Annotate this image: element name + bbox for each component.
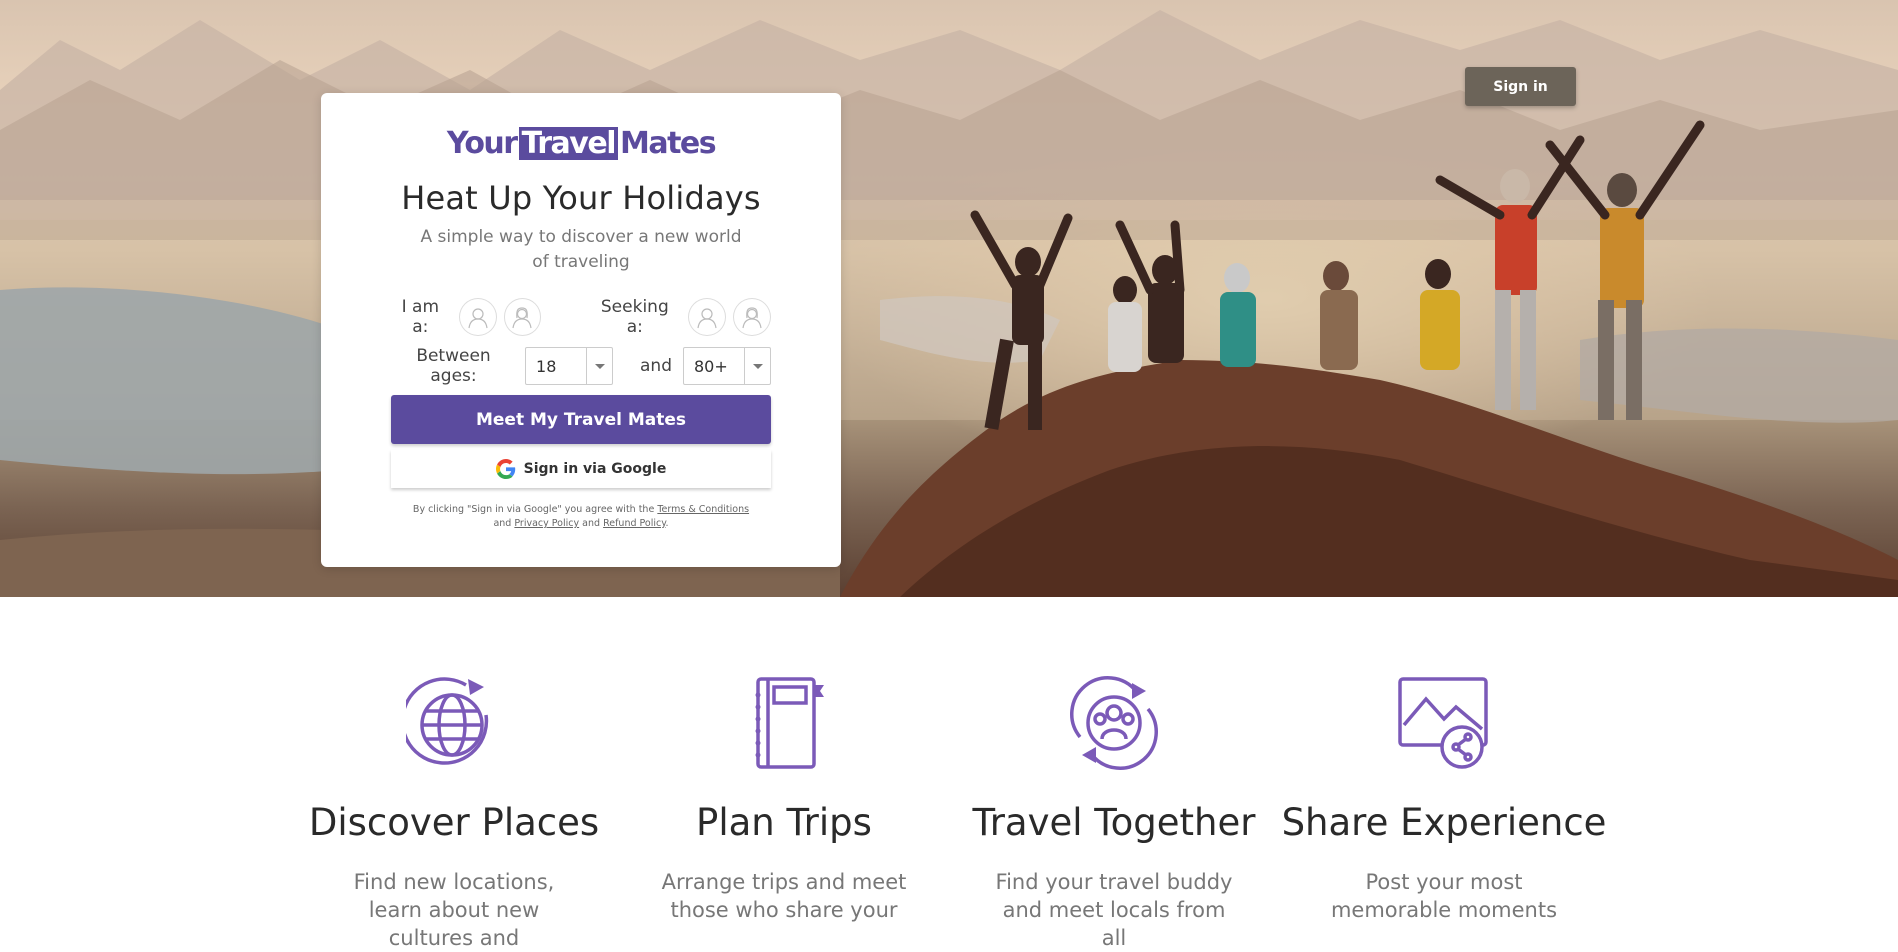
globe-icon bbox=[406, 677, 489, 765]
hero-banner: Sign in Your Travel Mates Heat Up Your H… bbox=[0, 0, 1898, 597]
and-label: and bbox=[640, 356, 672, 376]
female-avatar-icon[interactable] bbox=[503, 298, 542, 336]
legal-and-1: and bbox=[493, 518, 512, 529]
age-to-value: 80+ bbox=[694, 356, 728, 376]
legal-and-2: and bbox=[582, 518, 601, 529]
mountain-landscape-illustration bbox=[0, 10, 1898, 597]
card-subtitle: A simple way to discover a new world of … bbox=[420, 227, 742, 272]
age-to-select[interactable]: 80+ bbox=[683, 347, 771, 385]
privacy-link[interactable]: Privacy Policy bbox=[514, 518, 579, 529]
chevron-down-icon bbox=[586, 348, 612, 384]
logo-part-mates: Mates bbox=[619, 126, 717, 161]
i-am-label: I am a: bbox=[401, 297, 440, 337]
legal-suffix: . bbox=[665, 518, 669, 529]
share-photo-icon bbox=[1398, 677, 1488, 769]
signup-card: Your Travel Mates Heat Up Your Holidays … bbox=[321, 93, 841, 567]
refund-link[interactable]: Refund Policy bbox=[603, 518, 665, 529]
age-row: Between ages: 18 and 80+ bbox=[391, 346, 771, 386]
gender-row: I am a: Seeking a: bbox=[391, 297, 771, 337]
age-from-select[interactable]: 18 bbox=[525, 347, 614, 385]
feature-title: Plan Trips bbox=[696, 801, 872, 844]
legal-notice: By clicking "Sign in via Google" you agr… bbox=[381, 503, 781, 531]
seeking-female-avatar-icon[interactable] bbox=[733, 298, 771, 336]
terms-link[interactable]: Terms & Conditions bbox=[657, 504, 749, 515]
feature-title: Discover Places bbox=[308, 801, 600, 844]
age-from-value: 18 bbox=[536, 356, 557, 376]
google-signin-label: Sign in via Google bbox=[523, 461, 667, 477]
feature-text: Find your travel buddy and meet locals f… bbox=[995, 870, 1233, 950]
male-avatar-icon[interactable] bbox=[458, 298, 497, 336]
features-section: Discover Places Find new locations, lear… bbox=[0, 597, 1898, 950]
group-icon bbox=[1070, 676, 1158, 770]
card-title: Heat Up Your Holidays bbox=[401, 179, 761, 217]
signin-button[interactable]: Sign in bbox=[1465, 67, 1576, 106]
google-signin-button[interactable]: Sign in via Google bbox=[391, 450, 771, 488]
meet-travel-mates-button[interactable]: Meet My Travel Mates bbox=[391, 395, 771, 444]
seeking-label: Seeking a: bbox=[600, 297, 669, 337]
chevron-down-icon bbox=[744, 348, 770, 384]
logo-part-your: Your bbox=[446, 126, 518, 161]
google-icon bbox=[495, 459, 515, 479]
feature-text: Post your most memorable moments bbox=[1330, 870, 1558, 922]
feature-text: Find new locations, learn about new cult… bbox=[353, 870, 555, 950]
between-ages-label: Between ages: bbox=[416, 346, 491, 386]
seeking-male-avatar-icon[interactable] bbox=[688, 298, 727, 336]
logo[interactable]: Your Travel Mates bbox=[446, 126, 717, 161]
feature-text: Arrange trips and meet those who share y… bbox=[661, 870, 907, 922]
feature-title: Share Experience bbox=[1281, 801, 1607, 844]
feature-title: Travel Together bbox=[972, 801, 1256, 844]
logo-part-travel: Travel bbox=[518, 127, 618, 160]
notebook-icon bbox=[755, 677, 824, 769]
legal-prefix: By clicking "Sign in via Google" you agr… bbox=[412, 504, 655, 515]
